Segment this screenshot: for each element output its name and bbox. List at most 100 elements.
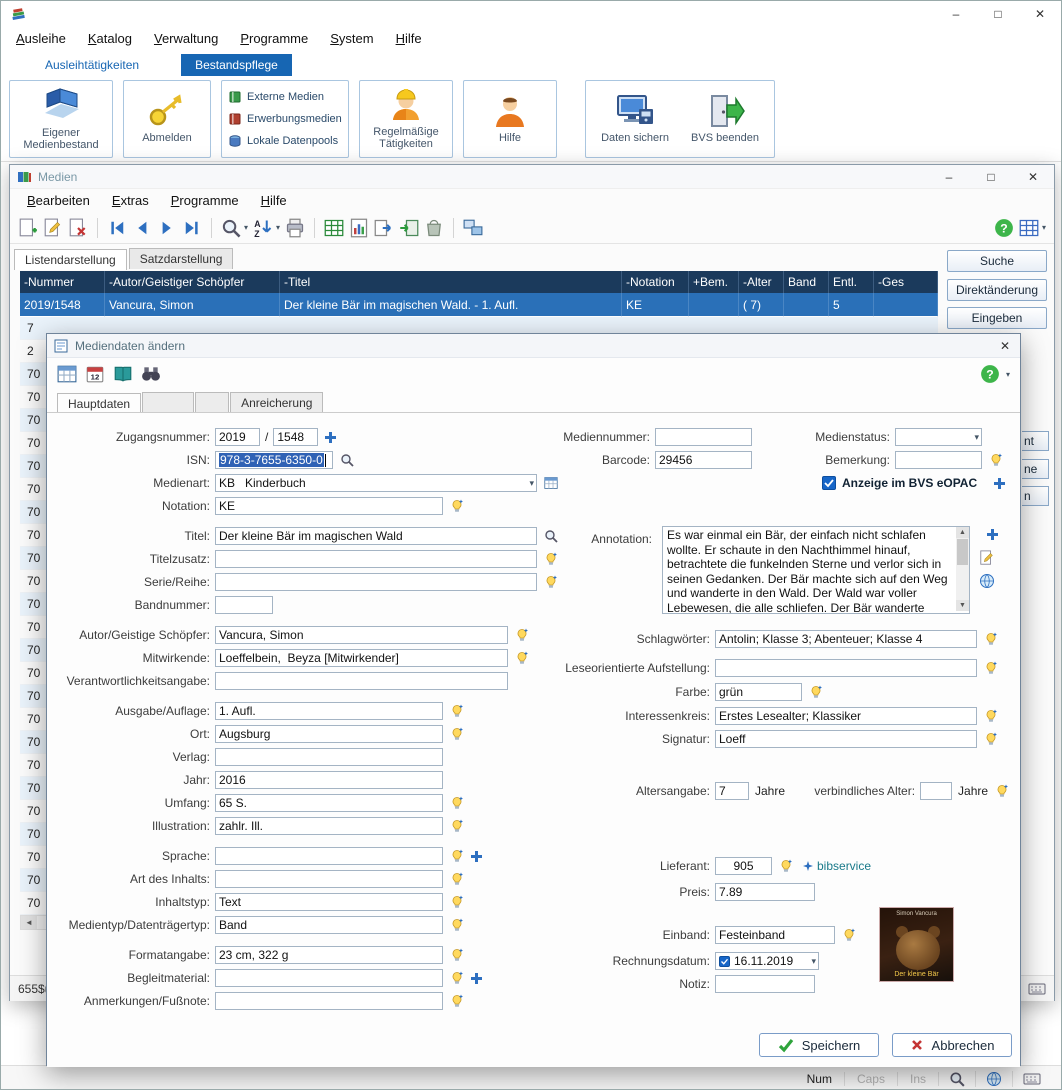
col-notation[interactable]: -Notation bbox=[622, 271, 689, 293]
eingeben-button[interactable]: Eingeben bbox=[947, 307, 1047, 329]
new-record-icon[interactable] bbox=[18, 218, 38, 238]
begleitmaterial-field[interactable] bbox=[215, 969, 443, 987]
jahr-field[interactable]: 2016 bbox=[215, 771, 443, 789]
medienstatus-select[interactable]: ▾ bbox=[895, 428, 982, 446]
statusbar-search-icon[interactable] bbox=[939, 1071, 976, 1087]
medientyp-hint-bulb-icon[interactable] bbox=[450, 918, 464, 932]
side-button-partial-1[interactable]: nt bbox=[1022, 431, 1049, 451]
side-button-partial-3[interactable]: n bbox=[1022, 486, 1049, 506]
statusbar-globe-icon[interactable] bbox=[976, 1071, 1013, 1087]
medien-menu-programme[interactable]: Programme bbox=[160, 191, 250, 210]
main-maximize-button[interactable]: □ bbox=[977, 1, 1019, 27]
ort-field[interactable]: Augsburg bbox=[215, 725, 443, 743]
col-band[interactable]: Band bbox=[784, 271, 829, 293]
bvs-beenden-button[interactable]: BVS beenden bbox=[684, 85, 766, 153]
hilfe-button[interactable]: Hilfe bbox=[463, 80, 557, 158]
signatur-field[interactable]: Loeff bbox=[715, 730, 977, 748]
notiz-field[interactable] bbox=[715, 975, 815, 993]
dialog-close-button[interactable]: ✕ bbox=[990, 334, 1020, 357]
search-dropdown-chevron[interactable]: ▾ bbox=[244, 223, 248, 232]
zugang-jahr-field[interactable]: 2019 bbox=[215, 428, 260, 446]
tab-blank-2[interactable] bbox=[195, 392, 229, 413]
verbindliches-alter-field[interactable] bbox=[920, 782, 952, 800]
menu-system[interactable]: System bbox=[319, 29, 384, 48]
medien-help-icon[interactable] bbox=[994, 218, 1014, 238]
menu-verwaltung[interactable]: Verwaltung bbox=[143, 29, 229, 48]
next-record-icon[interactable] bbox=[157, 218, 177, 238]
dialog-help-icon[interactable] bbox=[980, 364, 1000, 384]
first-record-icon[interactable] bbox=[107, 218, 127, 238]
ebook-icon[interactable] bbox=[113, 364, 133, 384]
search-icon[interactable] bbox=[221, 218, 241, 238]
umfang-field[interactable]: 65 S. bbox=[215, 794, 443, 812]
farbe-field[interactable]: grün bbox=[715, 683, 802, 701]
farbe-hint-bulb-icon[interactable] bbox=[809, 685, 823, 699]
illustration-field[interactable]: zahlr. Ill. bbox=[215, 817, 443, 835]
titel-search-icon[interactable] bbox=[544, 529, 558, 543]
tab-ausleihtaetigkeiten[interactable]: Ausleihtätigkeiten bbox=[31, 54, 153, 76]
medien-maximize-button[interactable]: □ bbox=[970, 165, 1012, 188]
bemerkung-field[interactable] bbox=[895, 451, 982, 469]
abmelden-button[interactable]: Abmelden bbox=[123, 80, 211, 158]
recycle-icon[interactable] bbox=[424, 218, 444, 238]
transfer-icon[interactable] bbox=[463, 218, 483, 238]
menu-programme[interactable]: Programme bbox=[229, 29, 319, 48]
binoculars-icon[interactable] bbox=[141, 364, 161, 384]
medienart-select[interactable]: KB Kinderbuch▾ bbox=[215, 474, 537, 492]
layout-grid-icon[interactable] bbox=[1019, 218, 1039, 238]
externe-medien-item[interactable]: Externe Medien bbox=[228, 87, 342, 107]
annotation-add-icon[interactable] bbox=[986, 528, 999, 541]
lieferant-field[interactable]: 905 bbox=[715, 857, 772, 875]
medienart-catalog-icon[interactable] bbox=[544, 476, 558, 490]
suche-button[interactable]: Suche bbox=[947, 250, 1047, 272]
lokale-datenpools-item[interactable]: Lokale Datenpools bbox=[228, 131, 342, 151]
medien-close-button[interactable]: ✕ bbox=[1012, 165, 1054, 188]
begleit-add-icon[interactable] bbox=[470, 972, 483, 985]
mediennummer-field[interactable] bbox=[655, 428, 752, 446]
mitwirkende-field[interactable]: Loeffelbein, Beyza [Mitwirkender] bbox=[215, 649, 508, 667]
tab-anreicherung[interactable]: Anreicherung bbox=[230, 392, 323, 413]
medien-menu-bearbeiten[interactable]: Bearbeiten bbox=[16, 191, 101, 210]
tab-listendarstellung[interactable]: Listendarstellung bbox=[14, 249, 127, 270]
table-icon[interactable] bbox=[57, 364, 77, 384]
table-row-selected[interactable]: 2019/1548 Vancura, Simon Der kleine Bär … bbox=[20, 293, 938, 316]
rechnungsdatum-checkbox[interactable] bbox=[719, 956, 730, 967]
einband-field[interactable]: Festeinband bbox=[715, 926, 835, 944]
menu-ausleihe[interactable]: Ausleihe bbox=[5, 29, 77, 48]
help-dropdown-chevron[interactable]: ▾ bbox=[1006, 370, 1010, 379]
col-ges[interactable]: -Ges bbox=[874, 271, 938, 293]
anmerkungen-field[interactable] bbox=[215, 992, 443, 1010]
inhaltstyp-hint-bulb-icon[interactable] bbox=[450, 895, 464, 909]
autor-field[interactable]: Vancura, Simon bbox=[215, 626, 508, 644]
import-icon[interactable] bbox=[399, 218, 419, 238]
layout-dropdown-chevron[interactable]: ▾ bbox=[1042, 223, 1046, 232]
eigener-medienbestand-button[interactable]: Eigener Medienbestand bbox=[9, 80, 113, 158]
formatangabe-field[interactable]: 23 cm, 322 g bbox=[215, 946, 443, 964]
schlagwoerter-field[interactable]: Antolin; Klasse 3; Abenteuer; Klasse 4 bbox=[715, 630, 977, 648]
sort-icon[interactable] bbox=[253, 218, 273, 238]
rechnungsdatum-picker[interactable]: 16.11.2019▾ bbox=[715, 952, 819, 970]
lieferant-hint-bulb-icon[interactable] bbox=[779, 859, 793, 873]
statusbar-keyboard-icon[interactable] bbox=[1013, 1073, 1051, 1085]
interessenkreis-hint-bulb-icon[interactable] bbox=[984, 709, 998, 723]
bandnummer-field[interactable] bbox=[215, 596, 273, 614]
annotation-scroll-thumb[interactable] bbox=[957, 539, 968, 565]
tab-blank-1[interactable] bbox=[142, 392, 194, 413]
last-record-icon[interactable] bbox=[182, 218, 202, 238]
verantwortlichkeitsangabe-field[interactable] bbox=[215, 672, 508, 690]
anmerkungen-hint-bulb-icon[interactable] bbox=[450, 994, 464, 1008]
preis-field[interactable]: 7.89 bbox=[715, 883, 815, 901]
schlagwoerter-hint-bulb-icon[interactable] bbox=[984, 632, 998, 646]
delete-record-icon[interactable] bbox=[68, 218, 88, 238]
ausgabe-hint-bulb-icon[interactable] bbox=[450, 704, 464, 718]
col-bem[interactable]: +Bem. bbox=[689, 271, 739, 293]
zugang-nr-field[interactable]: 1548 bbox=[273, 428, 318, 446]
altersangabe-field[interactable]: 7 bbox=[715, 782, 749, 800]
format-hint-bulb-icon[interactable] bbox=[450, 948, 464, 962]
scroll-down-arrow[interactable]: ▼ bbox=[956, 600, 969, 611]
serie-reihe-field[interactable] bbox=[215, 573, 537, 591]
erwerbungsmedien-item[interactable]: Erwerbungsmedien bbox=[228, 109, 342, 129]
ausgabe-auflage-field[interactable]: 1. Aufl. bbox=[215, 702, 443, 720]
inhaltstyp-field[interactable]: Text bbox=[215, 893, 443, 911]
tab-hauptdaten[interactable]: Hauptdaten bbox=[57, 393, 141, 414]
